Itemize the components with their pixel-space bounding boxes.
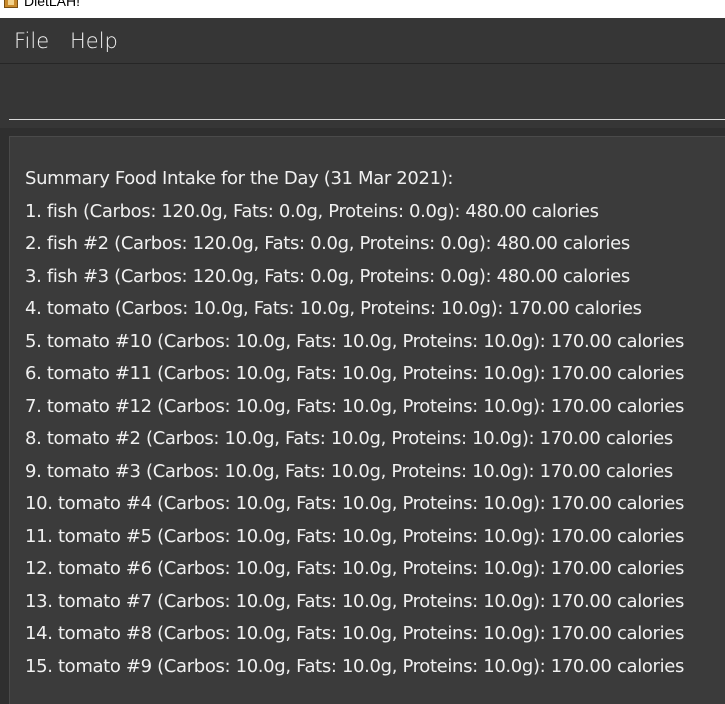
food-entry: 8. tomato #2 (Carbos: 10.0g, Fats: 10.0g…: [25, 428, 673, 449]
result-header: Summary Food Intake for the Day (31 Mar …: [25, 168, 454, 189]
menu-help[interactable]: Help: [70, 28, 118, 54]
food-entry: 12. tomato #6 (Carbos: 10.0g, Fats: 10.0…: [25, 558, 684, 579]
food-entry: 10. tomato #4 (Carbos: 10.0g, Fats: 10.0…: [25, 493, 684, 514]
food-entry: 5. tomato #10 (Carbos: 10.0g, Fats: 10.0…: [25, 330, 684, 352]
command-area: [0, 64, 725, 128]
food-entry: 14. tomato #8 (Carbos: 10.0g, Fats: 10.0…: [25, 623, 684, 644]
window-title: DietLAH!: [24, 0, 81, 9]
food-entry: 15. tomato #9 (Carbos: 10.0g, Fats: 10.0…: [25, 655, 684, 677]
food-entry: 3. fish #3 (Carbos: 120.0g, Fats: 0.0g, …: [25, 265, 630, 287]
food-entry: 2. fish #2 (Carbos: 120.0g, Fats: 0.0g, …: [25, 233, 630, 254]
food-entry: 9. tomato #3 (Carbos: 10.0g, Fats: 10.0g…: [25, 460, 673, 482]
menu-file[interactable]: File: [14, 28, 49, 54]
result-display[interactable]: Summary Food Intake for the Day (31 Mar …: [9, 136, 725, 704]
food-entry: 7. tomato #12 (Carbos: 10.0g, Fats: 10.0…: [25, 395, 684, 417]
food-entry: 1. fish (Carbos: 120.0g, Fats: 0.0g, Pro…: [25, 200, 599, 222]
menubar: File Help: [0, 18, 725, 64]
result-text: Summary Food Intake for the Day (31 Mar …: [25, 163, 684, 683]
result-display-area: Summary Food Intake for the Day (31 Mar …: [0, 128, 725, 704]
food-entry: 13. tomato #7 (Carbos: 10.0g, Fats: 10.0…: [25, 590, 684, 612]
app-icon: [4, 0, 18, 8]
food-entry: 4. tomato (Carbos: 10.0g, Fats: 10.0g, P…: [25, 298, 642, 319]
window-titlebar: DietLAH!: [0, 0, 725, 18]
food-entry: 6. tomato #11 (Carbos: 10.0g, Fats: 10.0…: [25, 363, 684, 384]
food-entry: 11. tomato #5 (Carbos: 10.0g, Fats: 10.0…: [25, 525, 684, 547]
command-input[interactable]: [9, 72, 725, 120]
